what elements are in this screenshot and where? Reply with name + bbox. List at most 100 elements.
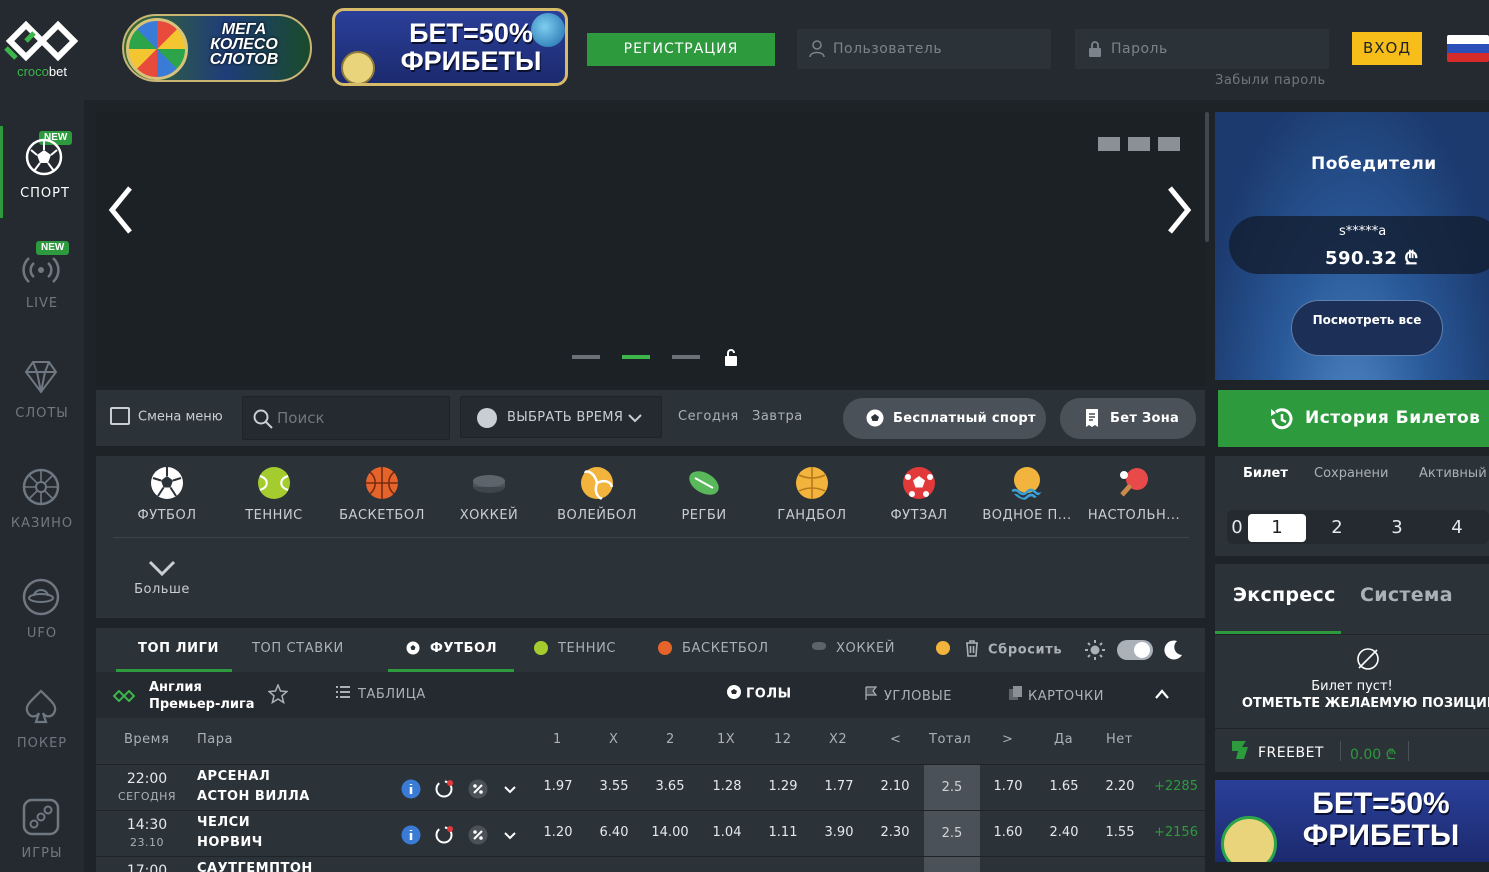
- thumb[interactable]: [1158, 137, 1180, 151]
- sport-tennis[interactable]: ТЕННИС: [220, 466, 328, 536]
- logo[interactable]: crocobet: [0, 18, 84, 84]
- search-field[interactable]: [242, 396, 450, 440]
- forgot-password-link[interactable]: Забыли пароль: [1215, 73, 1326, 88]
- slider-dot-active[interactable]: [622, 355, 650, 359]
- tab-hockey[interactable]: ХОККЕЙ: [812, 641, 895, 656]
- sport-volleyball[interactable]: ВОЛЕЙБОЛ: [543, 466, 651, 536]
- odd-cell[interactable]: 2.10: [871, 779, 919, 794]
- total-selector[interactable]: 2.5: [924, 811, 980, 856]
- percent-icon[interactable]: [468, 825, 488, 845]
- username-input[interactable]: [833, 29, 1043, 69]
- password-input[interactable]: [1111, 29, 1321, 69]
- goals-tab[interactable]: ГОЛЫ: [726, 685, 792, 702]
- sport-basketball[interactable]: БАСКЕТБОЛ: [328, 466, 436, 536]
- slip-tab-ticket[interactable]: Билет: [1243, 466, 1288, 481]
- scrollbar[interactable]: [1205, 112, 1209, 242]
- total-selector[interactable]: 2.5: [924, 765, 980, 810]
- table-button[interactable]: ТАБЛИЦА: [336, 686, 426, 702]
- rail-item-poker[interactable]: ПОКЕР: [0, 676, 84, 768]
- rail-item-ufo[interactable]: UFO: [0, 566, 84, 658]
- chevron-down-icon[interactable]: [500, 779, 520, 799]
- sport-water-polo[interactable]: ВОДНОЕ П...: [973, 466, 1081, 536]
- slider-dot[interactable]: [672, 355, 700, 359]
- reset-button[interactable]: Сбросить: [964, 640, 1062, 659]
- rail-item-slots[interactable]: СЛОТЫ: [0, 346, 84, 438]
- odd-cell[interactable]: 1.77: [815, 779, 863, 794]
- register-button[interactable]: РЕГИСТРАЦИЯ: [587, 33, 775, 66]
- today-filter[interactable]: Сегодня: [678, 409, 739, 424]
- login-button[interactable]: ВХОД: [1352, 32, 1422, 65]
- total-selector[interactable]: [924, 857, 980, 872]
- more-markets-link[interactable]: +2285: [1154, 779, 1198, 794]
- tab-top-leagues[interactable]: ТОП ЛИГИ: [138, 641, 219, 656]
- tab-express[interactable]: Экспресс: [1233, 584, 1336, 606]
- theme-toggle[interactable]: [1117, 640, 1153, 660]
- star-icon[interactable]: [268, 684, 288, 704]
- chevron-right-icon[interactable]: [1160, 180, 1200, 240]
- freebet-bar[interactable]: FREEBET 0.00 ₾: [1215, 728, 1489, 772]
- odd-cell[interactable]: 3.90: [815, 825, 863, 840]
- sport-hockey[interactable]: ХОККЕЙ: [435, 466, 543, 536]
- promo-banner-freebet-side[interactable]: БЕТ=50% ФРИБЕТЫ: [1215, 780, 1489, 862]
- sport-futsal[interactable]: ФУТЗАЛ: [865, 466, 973, 536]
- slip-number-active[interactable]: 1: [1248, 514, 1306, 542]
- info-icon[interactable]: [401, 825, 421, 845]
- slip-tab-saved[interactable]: Сохранени: [1314, 466, 1388, 481]
- odd-cell[interactable]: 1.55: [1096, 825, 1144, 840]
- more-sports-button[interactable]: Больше: [130, 556, 194, 597]
- bet-zone-button[interactable]: Бет Зона: [1060, 398, 1196, 439]
- rail-item-casino[interactable]: КАЗИНО: [0, 456, 84, 548]
- odd-cell[interactable]: 1.04: [703, 825, 751, 840]
- more-markets-link[interactable]: +2156: [1154, 825, 1198, 840]
- odd-cell[interactable]: 2.40: [1040, 825, 1088, 840]
- slip-number[interactable]: 2: [1323, 514, 1351, 542]
- lock-icon[interactable]: [724, 348, 738, 366]
- username-field[interactable]: [797, 29, 1051, 69]
- sport-football[interactable]: ФУТБОЛ: [113, 466, 221, 536]
- corners-tab[interactable]: УГЛОВЫЕ: [864, 686, 952, 704]
- stats-icon[interactable]: [434, 825, 454, 845]
- info-icon[interactable]: [401, 779, 421, 799]
- odd-cell[interactable]: 1.28: [703, 779, 751, 794]
- ticket-history-button[interactable]: История Билетов: [1218, 390, 1489, 447]
- slider-thumbnails[interactable]: [1098, 136, 1194, 154]
- search-input[interactable]: [277, 397, 447, 439]
- slider-dot[interactable]: [572, 355, 600, 359]
- tab-tennis[interactable]: ТЕННИС: [534, 640, 616, 656]
- match-row[interactable]: 22:00 СЕГОДНЯ АРСЕНАЛ АСТОН ВИЛЛА 1.97 3…: [96, 764, 1205, 810]
- sport-table-tennis[interactable]: НАСТОЛЬН...: [1080, 466, 1188, 536]
- sport-handball[interactable]: ГАНДБОЛ: [758, 466, 866, 536]
- promo-banner-freebet[interactable]: БЕТ=50% ФРИБЕТЫ: [332, 8, 568, 86]
- odd-cell[interactable]: 1.65: [1040, 779, 1088, 794]
- rail-item-games[interactable]: ИГРЫ: [0, 786, 84, 872]
- slip-number[interactable]: 4: [1443, 514, 1471, 542]
- stats-icon[interactable]: [434, 779, 454, 799]
- chevron-up-icon[interactable]: [1154, 688, 1170, 700]
- odd-cell[interactable]: 2.30: [871, 825, 919, 840]
- sport-rugby[interactable]: РЕГБИ: [650, 466, 758, 536]
- rail-item-live[interactable]: NEW LIVE: [0, 236, 84, 328]
- slip-tab-active[interactable]: Активный: [1419, 466, 1487, 481]
- odd-cell[interactable]: 3.55: [590, 779, 638, 794]
- promo-banner-wheel[interactable]: МЕГА КОЛЕСО СЛОТОВ: [122, 14, 312, 82]
- odd-cell[interactable]: 1.60: [984, 825, 1032, 840]
- odd-cell[interactable]: 6.40: [590, 825, 638, 840]
- chevron-down-icon[interactable]: [500, 825, 520, 845]
- select-time-dropdown[interactable]: ВЫБРАТЬ ВРЕМЯ: [460, 396, 662, 438]
- thumb[interactable]: [1128, 137, 1150, 151]
- moon-icon[interactable]: [1162, 639, 1184, 661]
- odd-cell[interactable]: 3.65: [646, 779, 694, 794]
- match-row[interactable]: 17:00 САУТГЕМПТОН: [96, 856, 1205, 872]
- odd-cell[interactable]: 1.29: [759, 779, 807, 794]
- odd-cell[interactable]: 1.11: [759, 825, 807, 840]
- slip-number[interactable]: 3: [1383, 514, 1411, 542]
- odd-cell[interactable]: 1.20: [534, 825, 582, 840]
- free-sport-button[interactable]: Бесплатный спорт: [843, 398, 1046, 439]
- odd-cell[interactable]: 1.70: [984, 779, 1032, 794]
- odd-cell[interactable]: 2.20: [1096, 779, 1144, 794]
- tab-football[interactable]: ФУТБОЛ: [406, 641, 497, 656]
- view-all-button[interactable]: Посмотреть все: [1291, 300, 1443, 356]
- thumb[interactable]: [1098, 137, 1120, 151]
- password-field[interactable]: [1075, 29, 1329, 69]
- odd-cell[interactable]: 14.00: [646, 825, 694, 840]
